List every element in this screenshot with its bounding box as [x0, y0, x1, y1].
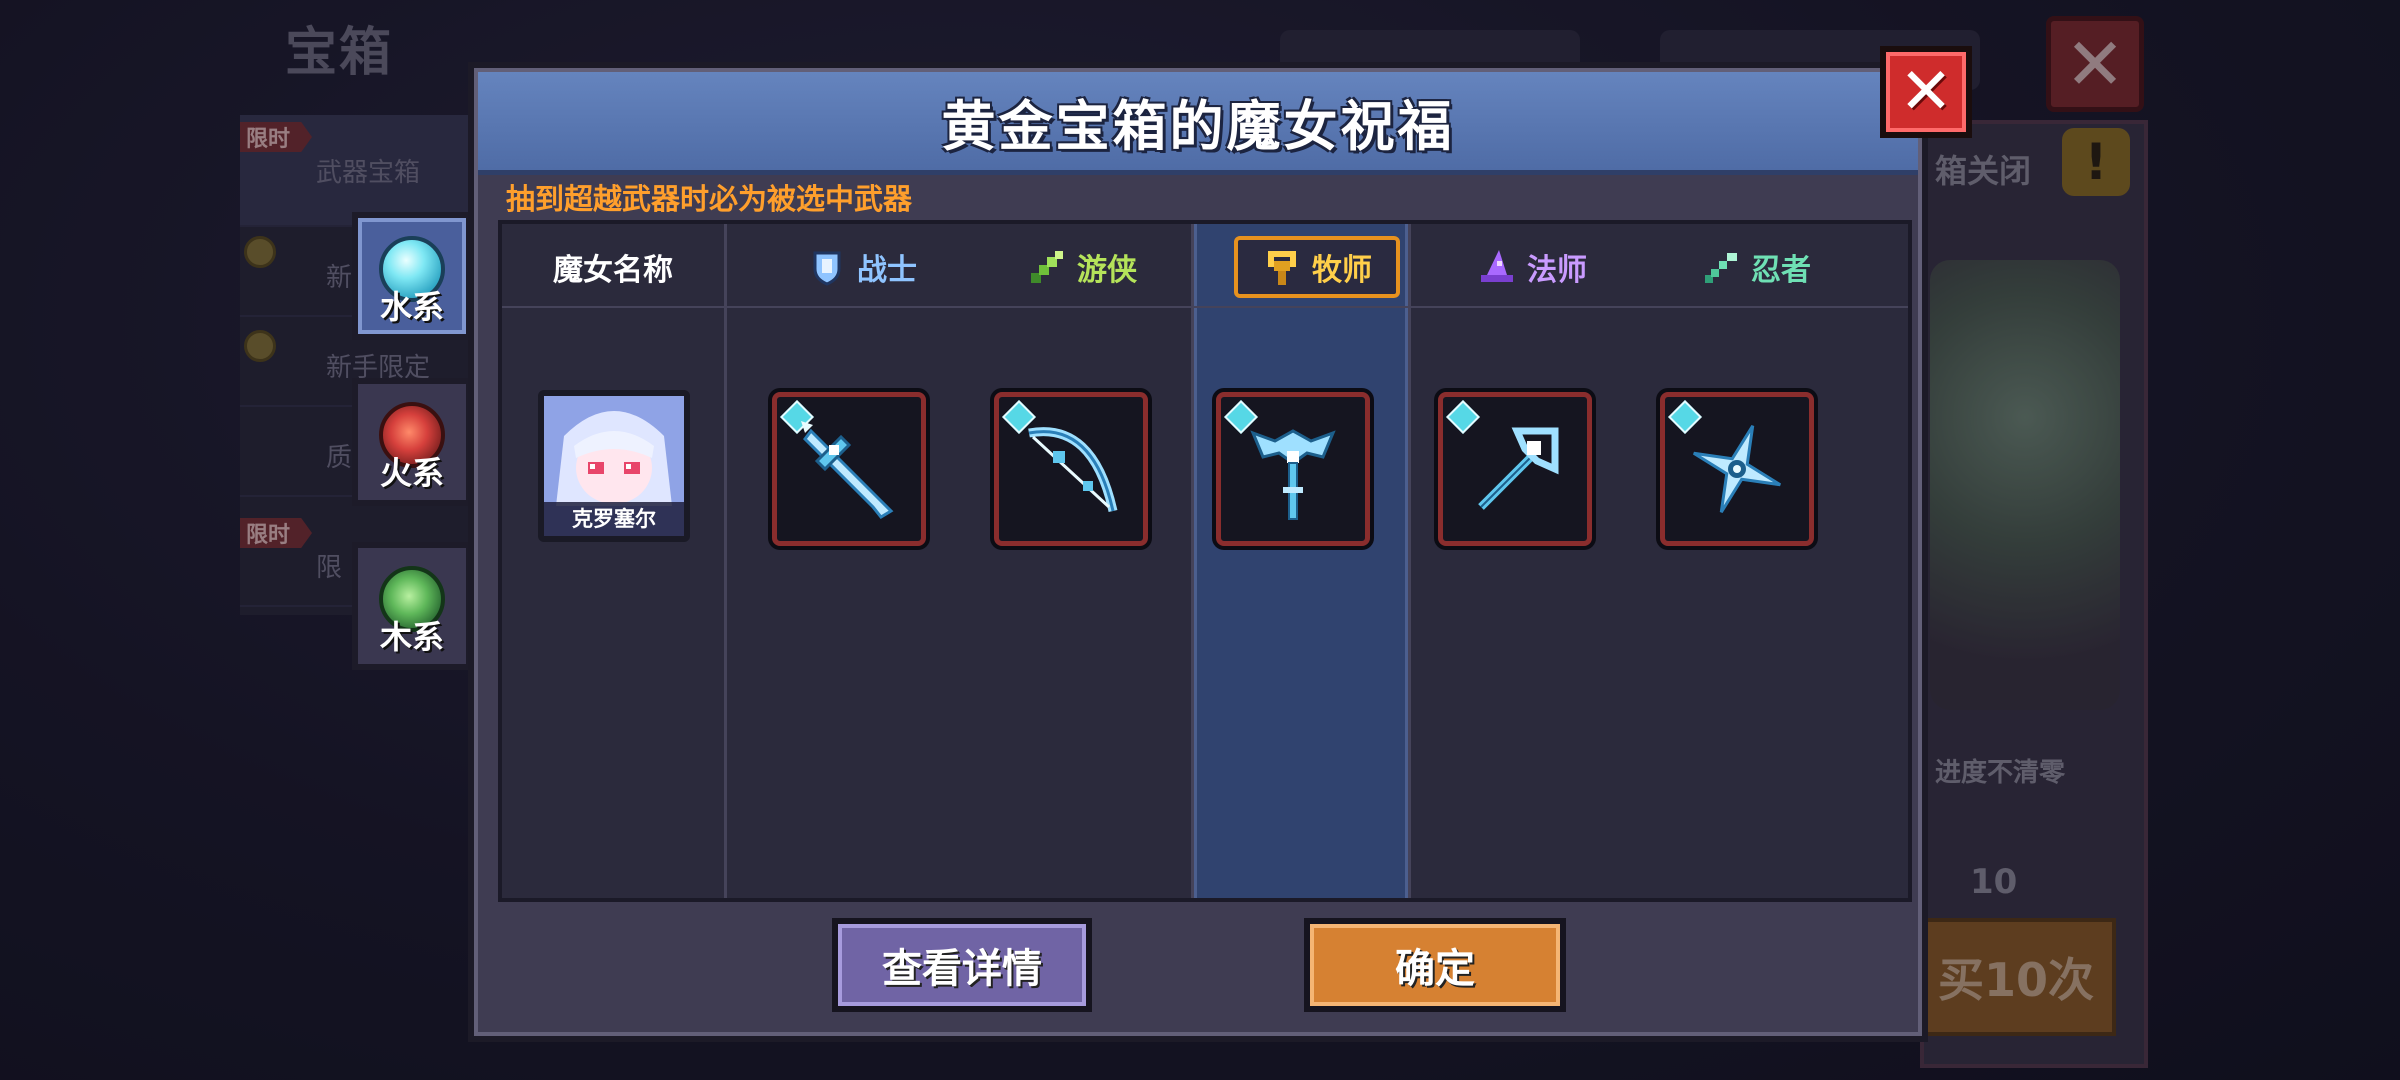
- dialog-close-button[interactable]: ✕: [1880, 46, 1972, 138]
- limited-badge: 限时: [240, 122, 312, 152]
- priest-chalice-icon: [1268, 251, 1296, 285]
- dialog-title: 黄金宝箱的魔女祝福: [941, 94, 1455, 158]
- witch-avatar[interactable]: 克罗塞尔: [538, 390, 690, 542]
- weapon-slot-mage[interactable]: [1438, 392, 1592, 546]
- ranger-leaf-icon: [1031, 251, 1063, 283]
- witch-name-header-label: 魔女名称: [553, 253, 673, 288]
- class-header-priest[interactable]: 牧师: [1234, 236, 1400, 298]
- class-label: 法师: [1527, 253, 1587, 288]
- class-header-ranger[interactable]: 游侠: [1012, 236, 1152, 298]
- chest-status-text: 箱关闭: [1935, 152, 2032, 190]
- weapon-slot-warrior[interactable]: [772, 392, 926, 546]
- ice-staff-icon: [1250, 429, 1336, 520]
- view-details-button[interactable]: 查看详情: [832, 918, 1092, 1012]
- sidebar-item-label: 质: [326, 442, 353, 473]
- sidebar-item-label: 武器宝箱: [316, 157, 421, 188]
- weapon-slot-priest[interactable]: [1216, 392, 1370, 546]
- tab-water-element[interactable]: 水系: [352, 212, 472, 340]
- chest-screen-close-button[interactable]: ✕: [2046, 16, 2144, 112]
- weapon-slot-ranger[interactable]: [994, 392, 1148, 546]
- close-icon: ✕: [1899, 55, 1953, 129]
- coin-icon: [244, 236, 276, 268]
- header-divider: [502, 306, 1908, 308]
- ice-bow-icon: [1028, 427, 1118, 512]
- weapon-selection-table: 魔女名称 战士 游侠 牧师 法师 忍者 克罗塞尔: [498, 220, 1912, 902]
- tab-label: 水系: [379, 288, 444, 326]
- column-divider: [1191, 224, 1194, 898]
- progress-note: 进度不清零: [1935, 758, 2066, 788]
- tab-wood-element[interactable]: 木系: [352, 542, 472, 670]
- class-header-ninja[interactable]: 忍者: [1686, 236, 1826, 298]
- warrior-shield-icon: [813, 251, 841, 286]
- ninja-blade-icon: [1705, 253, 1737, 283]
- witch-blessing-dialog: 黄金宝箱的魔女祝福 抽到超越武器时必为被选中武器 魔女名称 战士 游侠 牧师 法…: [468, 62, 1928, 1042]
- limited-badge: 限时: [240, 518, 312, 548]
- class-label: 牧师: [1312, 253, 1372, 288]
- class-header-mage[interactable]: 法师: [1462, 236, 1602, 298]
- column-divider: [724, 224, 727, 898]
- tab-fire-element[interactable]: 火系: [352, 378, 472, 506]
- buy-10-button[interactable]: 买10次: [1920, 918, 2116, 1036]
- witch-name-header: 魔女名称: [502, 236, 724, 298]
- tab-label: 火系: [379, 454, 444, 492]
- column-divider: [1408, 224, 1411, 898]
- witch-name: 克罗塞尔: [544, 502, 684, 536]
- mage-hat-icon: [1481, 250, 1513, 282]
- ice-wand-icon: [1478, 427, 1559, 510]
- class-label: 游侠: [1077, 253, 1137, 288]
- dialog-header: 黄金宝箱的魔女祝福: [478, 72, 1918, 175]
- sidebar-item-label: 新: [326, 262, 353, 293]
- warning-icon[interactable]: !: [2062, 128, 2130, 196]
- chest-screen-title: 宝箱: [285, 23, 394, 83]
- class-label: 忍者: [1751, 253, 1811, 288]
- confirm-button[interactable]: 确定: [1304, 918, 1566, 1012]
- weapon-slot-ninja[interactable]: [1660, 392, 1814, 546]
- ice-sword-icon: [801, 421, 894, 519]
- tab-label: 木系: [379, 618, 444, 656]
- selected-column-highlight: [1194, 224, 1408, 898]
- selection-hint: 抽到超越武器时必为被选中武器: [506, 182, 913, 216]
- draw-count: 10: [1970, 862, 2018, 902]
- ice-shuriken-icon: [1692, 424, 1782, 514]
- witch-portrait: [1930, 260, 2120, 710]
- coin-icon: [244, 330, 276, 362]
- class-label: 战士: [857, 253, 917, 288]
- sidebar-item-label: 限: [316, 552, 343, 583]
- class-header-warrior[interactable]: 战士: [792, 236, 932, 298]
